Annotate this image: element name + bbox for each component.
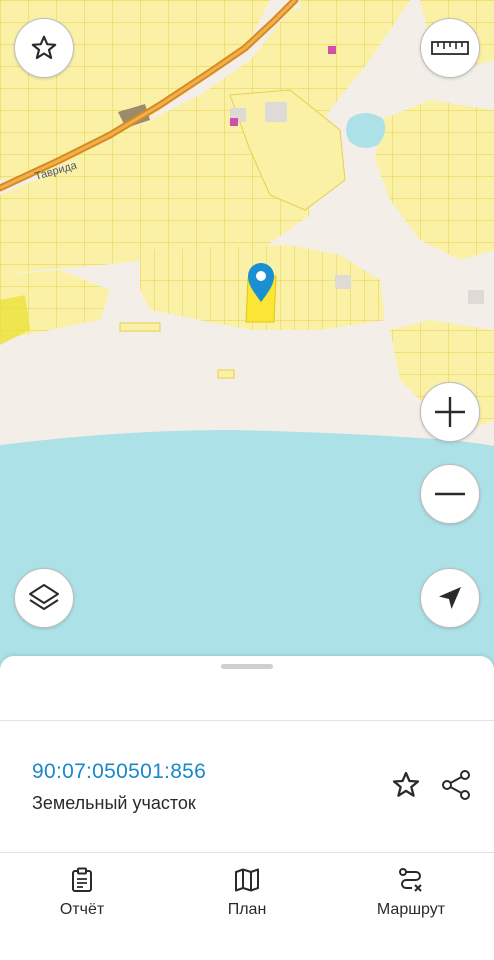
tab-route-label: Маршрут: [376, 901, 446, 918]
ruler-button[interactable]: [420, 18, 480, 78]
ruler-icon: [431, 38, 469, 58]
divider: [0, 720, 494, 721]
clipboard-icon: [17, 867, 147, 893]
lake: [346, 113, 386, 148]
share-button[interactable]: [439, 769, 473, 806]
star-icon: [29, 33, 59, 63]
share-icon: [440, 769, 472, 806]
tab-plan-label: План: [227, 901, 267, 918]
property-type: Земельный участок: [32, 793, 196, 813]
map-icon: [182, 867, 312, 893]
plus-icon: [433, 395, 467, 429]
tab-report-label: Отчёт: [59, 901, 105, 918]
route-icon: [346, 867, 476, 893]
my-location-button[interactable]: [420, 568, 480, 628]
favorite-map-button[interactable]: [14, 18, 74, 78]
tab-plan[interactable]: План: [182, 867, 312, 919]
tab-report[interactable]: Отчёт: [17, 867, 147, 919]
minus-icon: [433, 477, 467, 511]
parcel-info-sheet[interactable]: 90:07:050501:856 Земельный участок: [0, 656, 494, 852]
bottom-navigation: Отчёт План Маршрут: [0, 852, 494, 960]
tab-route[interactable]: Маршрут: [346, 867, 476, 919]
zoom-in-button[interactable]: [420, 382, 480, 442]
sheet-drag-handle[interactable]: [221, 664, 273, 669]
layers-icon: [27, 581, 61, 615]
favorite-parcel-button[interactable]: [389, 770, 423, 804]
zoom-out-button[interactable]: [420, 464, 480, 524]
navigation-arrow-icon: [436, 584, 464, 612]
cadastral-number[interactable]: 90:07:050501:856: [32, 760, 206, 784]
star-icon: [390, 769, 422, 806]
layers-button[interactable]: [14, 568, 74, 628]
